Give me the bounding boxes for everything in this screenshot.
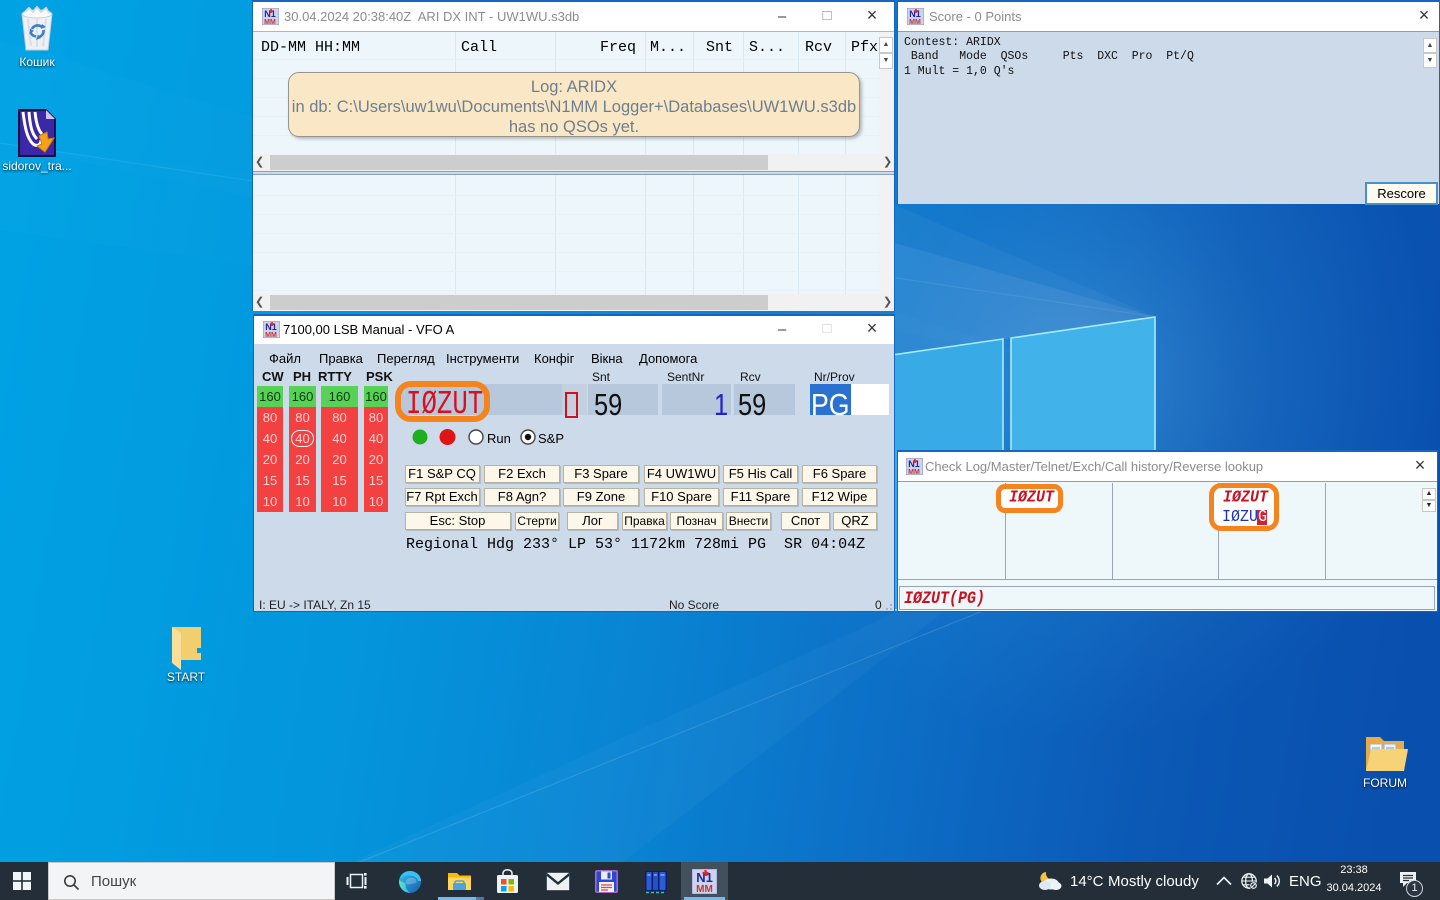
svg-text:MM: MM [909,19,921,25]
svg-text:MM: MM [696,884,713,894]
svg-text:MM: MM [908,469,920,475]
svg-text:MM: MM [265,332,277,338]
svg-text:MM: MM [264,19,276,25]
